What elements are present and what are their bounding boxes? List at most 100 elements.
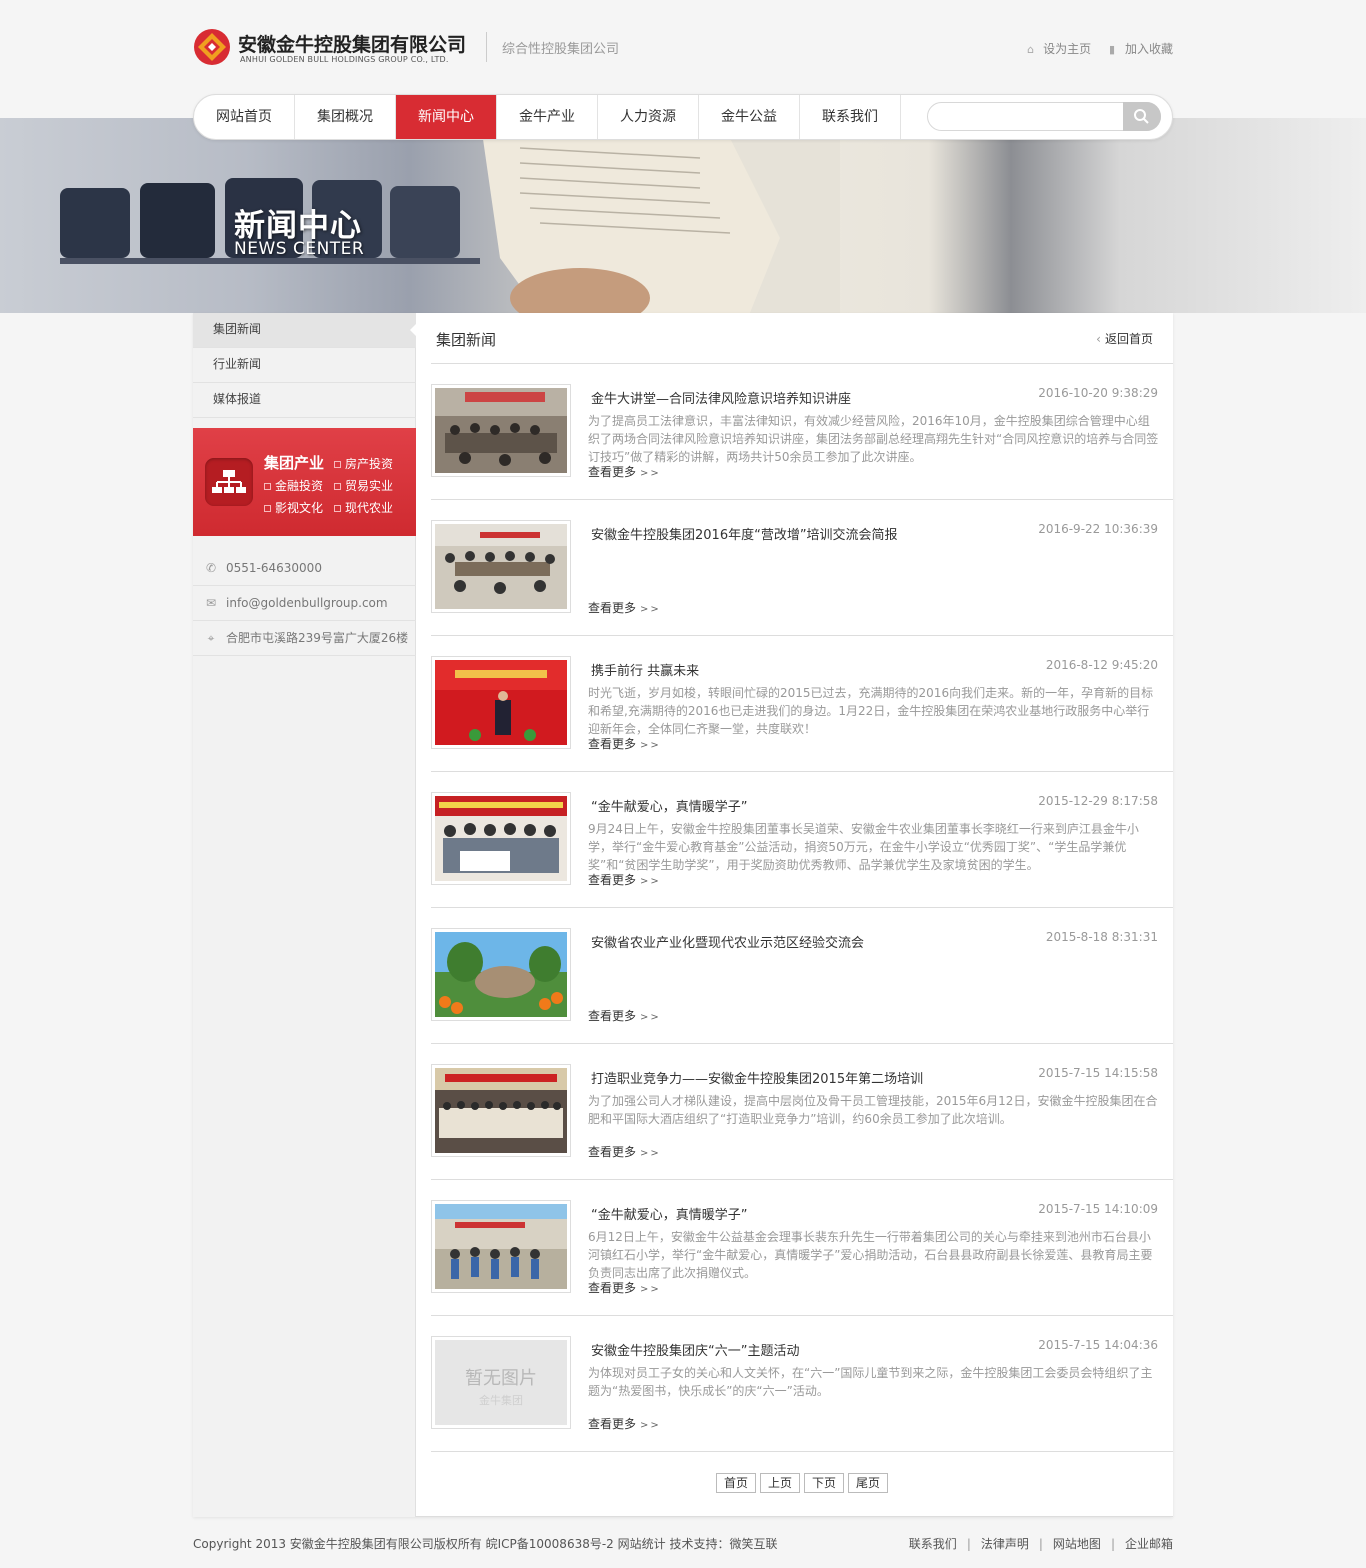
last-page-button[interactable]: 尾页	[848, 1473, 888, 1493]
news-title[interactable]: 安徽金牛控股集团庆“六一”主题活动	[591, 1340, 799, 1359]
news-item: “金牛献爱心，真情暖学子” 2015-7-15 14:10:09 6月12日上午…	[431, 1180, 1173, 1316]
contact-phone: ✆ 0551-64630000	[193, 551, 416, 586]
first-page-button[interactable]: 首页	[716, 1473, 756, 1493]
industry-link-label: 贸易实业	[345, 479, 394, 493]
read-more-label: 查看更多	[588, 601, 637, 615]
read-more-link[interactable]: 查看更多 >>	[588, 735, 661, 752]
news-item: 金牛大讲堂—合同法律风险意识培养知识讲座 2016-10-20 9:38:29 …	[431, 364, 1173, 500]
read-more-link[interactable]: 查看更多 >>	[588, 1415, 661, 1432]
news-item: “金牛献爱心，真情暖学子” 2015-12-29 8:17:58 9月24日上午…	[431, 772, 1173, 908]
nav-contact[interactable]: 联系我们	[800, 95, 901, 139]
news-item: 暂无图片 金牛集团 安徽金牛控股集团庆“六一”主题活动 2015-7-15 14…	[431, 1316, 1173, 1452]
news-item: 安徽金牛控股集团2016年度“营改增”培训交流会简报 2016-9-22 10:…	[431, 500, 1173, 636]
industry-link-trade[interactable]: 贸易实业	[334, 477, 393, 494]
news-thumbnail[interactable]	[431, 1064, 571, 1157]
news-thumbnail[interactable]: 暂无图片 金牛集团	[431, 1336, 571, 1429]
read-more-link[interactable]: 查看更多 >>	[588, 1143, 661, 1160]
news-title[interactable]: 金牛大讲堂—合同法律风险意识培养知识讲座	[591, 388, 851, 407]
news-title[interactable]: 携手前行 共赢未来	[591, 660, 699, 679]
industry-link-agriculture[interactable]: 现代农业	[334, 499, 393, 516]
footer-separator: |	[966, 1537, 971, 1551]
meeting-room-image	[435, 388, 567, 473]
news-title[interactable]: “金牛献爱心，真情暖学子”	[591, 796, 747, 815]
banner-subtitle: NEWS CENTER	[234, 239, 365, 259]
double-arrow-icon: >>	[640, 740, 661, 751]
sidebar-item-industry-news[interactable]: 行业新闻	[193, 348, 416, 383]
read-more-link[interactable]: 查看更多 >>	[588, 871, 661, 888]
prev-page-button[interactable]: 上页	[760, 1473, 800, 1493]
industry-title: 集团产业	[264, 454, 325, 472]
double-arrow-icon: >>	[640, 876, 661, 887]
add-favorite-link[interactable]: ▮ 加入收藏	[1109, 40, 1173, 57]
nav-industry[interactable]: 金牛产业	[497, 95, 598, 139]
news-date: 2015-12-29 8:17:58	[1038, 794, 1158, 808]
nav-charity[interactable]: 金牛公益	[699, 95, 800, 139]
header-divider	[486, 32, 487, 62]
news-summary: 时光飞逝，岁月如梭，转眼间忙碌的2015已过去，充满期待的2016向我们走来。新…	[588, 686, 1154, 736]
news-thumbnail[interactable]	[431, 656, 571, 749]
contact-email: ✉ info@goldenbullgroup.com	[193, 586, 416, 621]
industry-box: 集团产业 房产投资 金融投资 贸易实业 影视文化 现代农业	[193, 428, 416, 536]
nav-home[interactable]: 网站首页	[194, 95, 295, 139]
industry-link-finance[interactable]: 金融投资	[264, 477, 323, 494]
news-thumbnail[interactable]	[431, 1200, 571, 1293]
set-home-link[interactable]: ⌂ 设为主页	[1027, 40, 1091, 57]
industry-link-label: 金融投资	[275, 479, 324, 493]
donation-group-image	[435, 796, 567, 881]
footer-link-email[interactable]: 企业邮箱	[1125, 1537, 1173, 1551]
nav-news-center[interactable]: 新闻中心	[396, 95, 497, 139]
sidebar-item-media-reports[interactable]: 媒体报道	[193, 383, 416, 418]
contact-address: ⌖ 合肥市屯溪路239号富广大厦26楼	[193, 621, 416, 656]
read-more-label: 查看更多	[588, 737, 637, 751]
news-date: 2016-8-12 9:45:20	[1045, 658, 1158, 672]
footer-link-sitemap[interactable]: 网站地图	[1053, 1537, 1101, 1551]
news-thumbnail[interactable]	[431, 928, 571, 1021]
read-more-label: 查看更多	[588, 873, 637, 887]
location-pin-icon: ⌖	[207, 631, 215, 645]
read-more-link[interactable]: 查看更多 >>	[588, 1007, 661, 1024]
industry-link-film[interactable]: 影视文化	[264, 499, 323, 516]
add-favorite-label: 加入收藏	[1124, 42, 1173, 56]
nav-group-overview[interactable]: 集团概况	[295, 95, 396, 139]
sidebar-item-group-news[interactable]: 集团新闻	[193, 313, 417, 348]
news-date: 2015-7-15 14:15:58	[1038, 1066, 1158, 1080]
read-more-label: 查看更多	[588, 1145, 637, 1159]
news-thumbnail[interactable]	[431, 792, 571, 885]
sidebar: 集团新闻 行业新闻 媒体报道 集团产业 房产投资 金融投资 贸易实业 影视文化 …	[193, 313, 417, 1517]
read-more-link[interactable]: 查看更多 >>	[588, 599, 661, 616]
double-arrow-icon: >>	[640, 1148, 661, 1159]
phone-text: 0551-64630000	[226, 561, 322, 575]
footer-separator: |	[1038, 1537, 1043, 1551]
home-icon: ⌂	[1027, 43, 1035, 56]
news-item: 携手前行 共赢未来 2016-8-12 9:45:20 时光飞逝，岁月如梭，转眼…	[431, 636, 1173, 772]
footer-link-contact[interactable]: 联系我们	[909, 1537, 957, 1551]
footer-link-legal[interactable]: 法律声明	[981, 1537, 1029, 1551]
news-thumbnail[interactable]	[431, 520, 571, 613]
double-arrow-icon: >>	[640, 604, 661, 615]
search-button[interactable]	[1123, 102, 1161, 131]
read-more-link[interactable]: 查看更多 >>	[588, 1279, 661, 1296]
read-more-link[interactable]: 查看更多 >>	[588, 463, 661, 480]
company-name-en: ANHUI GOLDEN BULL HOLDINGS GROUP CO., LT…	[240, 55, 449, 64]
main-nav: 网站首页 集团概况 新闻中心 金牛产业 人力资源 金牛公益 联系我们	[193, 94, 1173, 140]
main-panel: 集团新闻 行业新闻 媒体报道 集团产业 房产投资 金融投资 贸易实业 影视文化 …	[193, 313, 1173, 1517]
news-date: 2015-7-15 14:04:36	[1038, 1338, 1158, 1352]
logo-icon[interactable]	[193, 28, 231, 66]
mail-icon: ✉	[205, 596, 217, 610]
bullet-icon	[264, 483, 271, 490]
read-more-label: 查看更多	[588, 465, 637, 479]
news-thumbnail[interactable]	[431, 384, 571, 477]
search-input[interactable]	[936, 107, 1116, 127]
news-title[interactable]: 安徽省农业产业化暨现代农业示范区经验交流会	[591, 932, 864, 951]
school-yard-image	[435, 1204, 567, 1289]
news-title[interactable]: 安徽金牛控股集团2016年度“营改增”培训交流会简报	[591, 524, 898, 543]
back-home-link[interactable]: ‹ 返回首页	[1096, 330, 1153, 347]
news-title[interactable]: 打造职业竞争力——安徽金牛控股集团2015年第二场培训	[591, 1068, 923, 1087]
news-title[interactable]: “金牛献爱心，真情暖学子”	[591, 1204, 747, 1223]
industry-link-real-estate[interactable]: 房产投资	[334, 455, 393, 472]
back-home-label: 返回首页	[1104, 332, 1153, 346]
nav-hr[interactable]: 人力资源	[598, 95, 699, 139]
news-summary: 为了提高员工法律意识，丰富法律知识，有效减少经营风险，2016年10月，金牛控股…	[588, 414, 1159, 464]
news-item: 打造职业竞争力——安徽金牛控股集团2015年第二场培训 2015-7-15 14…	[431, 1044, 1173, 1180]
next-page-button[interactable]: 下页	[804, 1473, 844, 1493]
